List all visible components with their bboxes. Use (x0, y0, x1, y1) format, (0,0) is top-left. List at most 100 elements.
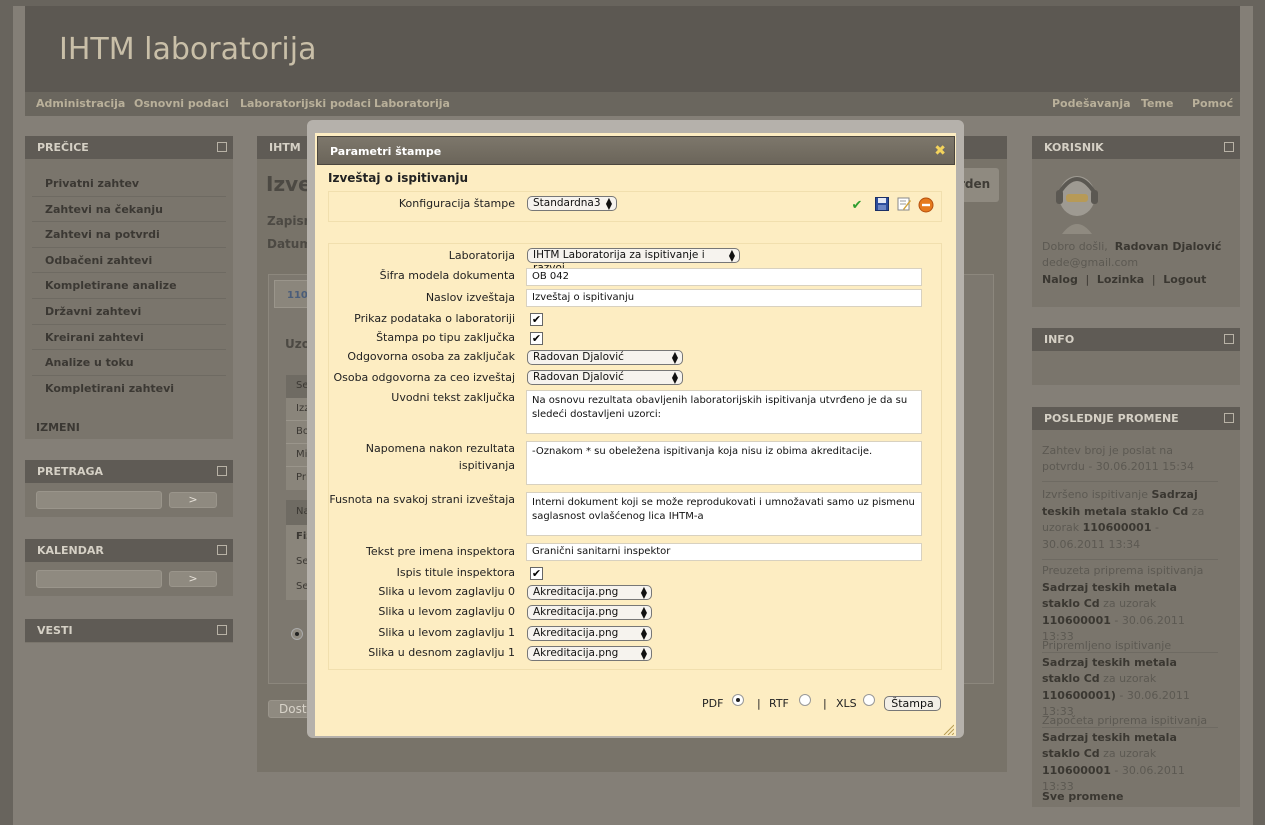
odg-select[interactable]: Radovan Djalović ▲ ▼ (527, 350, 683, 365)
change-text: za uzorak (1099, 747, 1157, 760)
napomena-label-2: ispitivanja (458, 459, 515, 472)
fusnota-textarea[interactable]: Interni dokument koji se može reprodukov… (526, 492, 922, 536)
search-input[interactable] (36, 491, 162, 509)
slika2-select[interactable]: Akreditacija.png ▲ ▼ (527, 605, 652, 620)
collapse-icon[interactable] (217, 625, 227, 635)
titula-checkbox[interactable]: ✔ (530, 567, 543, 580)
all-changes-link[interactable]: Sve promene (1042, 790, 1123, 803)
password-link[interactable]: Lozinka (1097, 273, 1144, 286)
slika2-label: Slika u levom zaglavlju 0 (378, 605, 515, 618)
menu-administracija[interactable]: Administracija (36, 97, 125, 110)
config-value: Standardna3 (533, 197, 601, 209)
naslov-label: Naslov izveštaja (425, 291, 515, 304)
shortcuts-edit-link[interactable]: IZMENI (36, 421, 80, 434)
shortcuts-title: PREČICE (37, 141, 89, 154)
menu-laboratorija[interactable]: Laboratorija (374, 97, 450, 110)
calendar-input[interactable] (36, 570, 162, 588)
select-arrow-icon: ▲ ▼ (640, 626, 647, 641)
record-line: Zapisn (267, 214, 313, 228)
uvodni-textarea[interactable]: Na osnovu rezultata obavljenih laborator… (526, 390, 922, 434)
news-header: VESTI (25, 619, 233, 642)
welcome-line: Dobro došli, Radovan Djalović (1042, 240, 1221, 253)
change-text: Pripremljeno ispitivanje (1042, 639, 1172, 652)
config-select[interactable]: Standardna3 ▲ ▼ (527, 196, 617, 211)
calendar-panel: KALENDAR > (25, 539, 233, 596)
shortcut-item[interactable]: Privatni zahtev (32, 171, 226, 197)
shortcut-item[interactable]: Kompletirani zahtevi (32, 376, 226, 402)
naslov-field[interactable]: Izveštaj o ispitivanju (526, 289, 922, 307)
collapse-icon[interactable] (217, 545, 227, 555)
link-separator: | (1151, 273, 1156, 286)
sifra-field[interactable]: OB 042 (526, 268, 922, 286)
pdf-radio[interactable] (732, 694, 744, 706)
link-separator: | (1085, 273, 1090, 286)
changes-title: POSLEDNJE PROMENE (1044, 412, 1179, 425)
search-panel: PRETRAGA > (25, 460, 233, 517)
close-icon[interactable]: ✖ (934, 143, 946, 159)
slika1-value: Akreditacija.png (533, 586, 619, 598)
slika4-label: Slika u desnom zaglavlju 1 (368, 646, 515, 659)
menu-teme[interactable]: Teme (1141, 97, 1173, 110)
date-line: Datum (267, 237, 312, 251)
stampa-tip-checkbox[interactable]: ✔ (530, 332, 543, 345)
collapse-icon[interactable] (1224, 142, 1234, 152)
filter-radio[interactable] (291, 628, 303, 640)
shortcut-item[interactable]: Kompletirane analize (32, 273, 226, 299)
slika1-select[interactable]: Akreditacija.png ▲ ▼ (527, 585, 652, 600)
collapse-icon[interactable] (1224, 334, 1234, 344)
save-icon[interactable] (873, 197, 891, 215)
slika3-value: Akreditacija.png (533, 627, 619, 639)
user-title: KORISNIK (1044, 141, 1104, 154)
dialog-titlebar[interactable]: Parametri štampe ✖ (317, 136, 955, 165)
select-arrow-icon: ▲ ▼ (671, 350, 678, 365)
lab-select[interactable]: IHTM Laboratorija za ispitivanje i razvo… (527, 248, 740, 274)
logout-link[interactable]: Logout (1163, 273, 1206, 286)
shortcuts-header: PREČICE (25, 136, 233, 159)
shortcut-item[interactable]: Zahtevi na čekanju (32, 197, 226, 223)
slika4-value: Akreditacija.png (533, 647, 619, 659)
menu-osnovni-podaci[interactable]: Osnovni podaci (134, 97, 229, 110)
change-text: za uzorak (1099, 672, 1157, 685)
shortcut-item[interactable]: Zahtevi na potvrdi (32, 222, 226, 248)
menu-laboratorijski-podaci[interactable]: Laboratorijski podaci (240, 97, 371, 110)
cancel-icon[interactable] (917, 197, 935, 215)
change-item: Zahtev broj je poslat na potvrdu - 30.06… (1042, 443, 1218, 482)
calendar-button[interactable]: > (169, 571, 217, 587)
search-button[interactable]: > (169, 492, 217, 508)
menu-pomoc[interactable]: Pomoć (1192, 97, 1233, 110)
format-separator: | (823, 697, 827, 710)
collapse-icon[interactable] (1224, 413, 1234, 423)
print-button[interactable]: Štampa (884, 696, 941, 711)
tekst-field[interactable]: Granični sanitarni inspektor (526, 543, 922, 561)
format-separator: | (757, 697, 761, 710)
napomena-label-1: Napomena nakon rezultata (365, 442, 515, 455)
avatar (1052, 170, 1102, 234)
user-header: KORISNIK (1032, 136, 1240, 159)
top-menu: Administracija Osnovni podaci Laboratori… (25, 92, 1240, 116)
napomena-textarea[interactable]: -Oznakom * su obeležena ispitivanja koja… (526, 441, 922, 485)
rtf-radio[interactable] (799, 694, 811, 706)
shortcut-item[interactable]: Analize u toku (32, 350, 226, 376)
prikaz-checkbox[interactable]: ✔ (530, 313, 543, 326)
sifra-label: Šifra modela dokumenta (379, 269, 515, 282)
shortcut-item[interactable]: Odbačeni zahtevi (32, 248, 226, 274)
edit-icon[interactable] (895, 197, 913, 215)
select-arrow-icon: ▲ ▼ (605, 196, 612, 211)
resize-grip-icon[interactable] (942, 720, 955, 736)
uvodni-label: Uvodni tekst zaključka (391, 391, 515, 404)
welcome-text: Dobro došli, (1042, 240, 1108, 253)
confirm-icon[interactable]: ✔ (848, 197, 866, 215)
menu-podesavanja[interactable]: Podešavanja (1052, 97, 1131, 110)
user-panel: KORISNIK Dobro došli, Radovan Djalović d… (1032, 136, 1240, 307)
slika3-select[interactable]: Akreditacija.png ▲ ▼ (527, 626, 652, 641)
config-label: Konfiguracija štampe (398, 197, 515, 210)
collapse-icon[interactable] (217, 466, 227, 476)
odg-label: Odgovorna osoba za zaključak (347, 350, 515, 363)
shortcut-item[interactable]: Kreirani zahtevi (32, 325, 226, 351)
account-link[interactable]: Nalog (1042, 273, 1078, 286)
collapse-icon[interactable] (217, 142, 227, 152)
osoba-select[interactable]: Radovan Djalović ▲ ▼ (527, 370, 683, 385)
slika4-select[interactable]: Akreditacija.png ▲ ▼ (527, 646, 652, 661)
shortcut-item[interactable]: Državni zahtevi (32, 299, 226, 325)
xls-radio[interactable] (863, 694, 875, 706)
